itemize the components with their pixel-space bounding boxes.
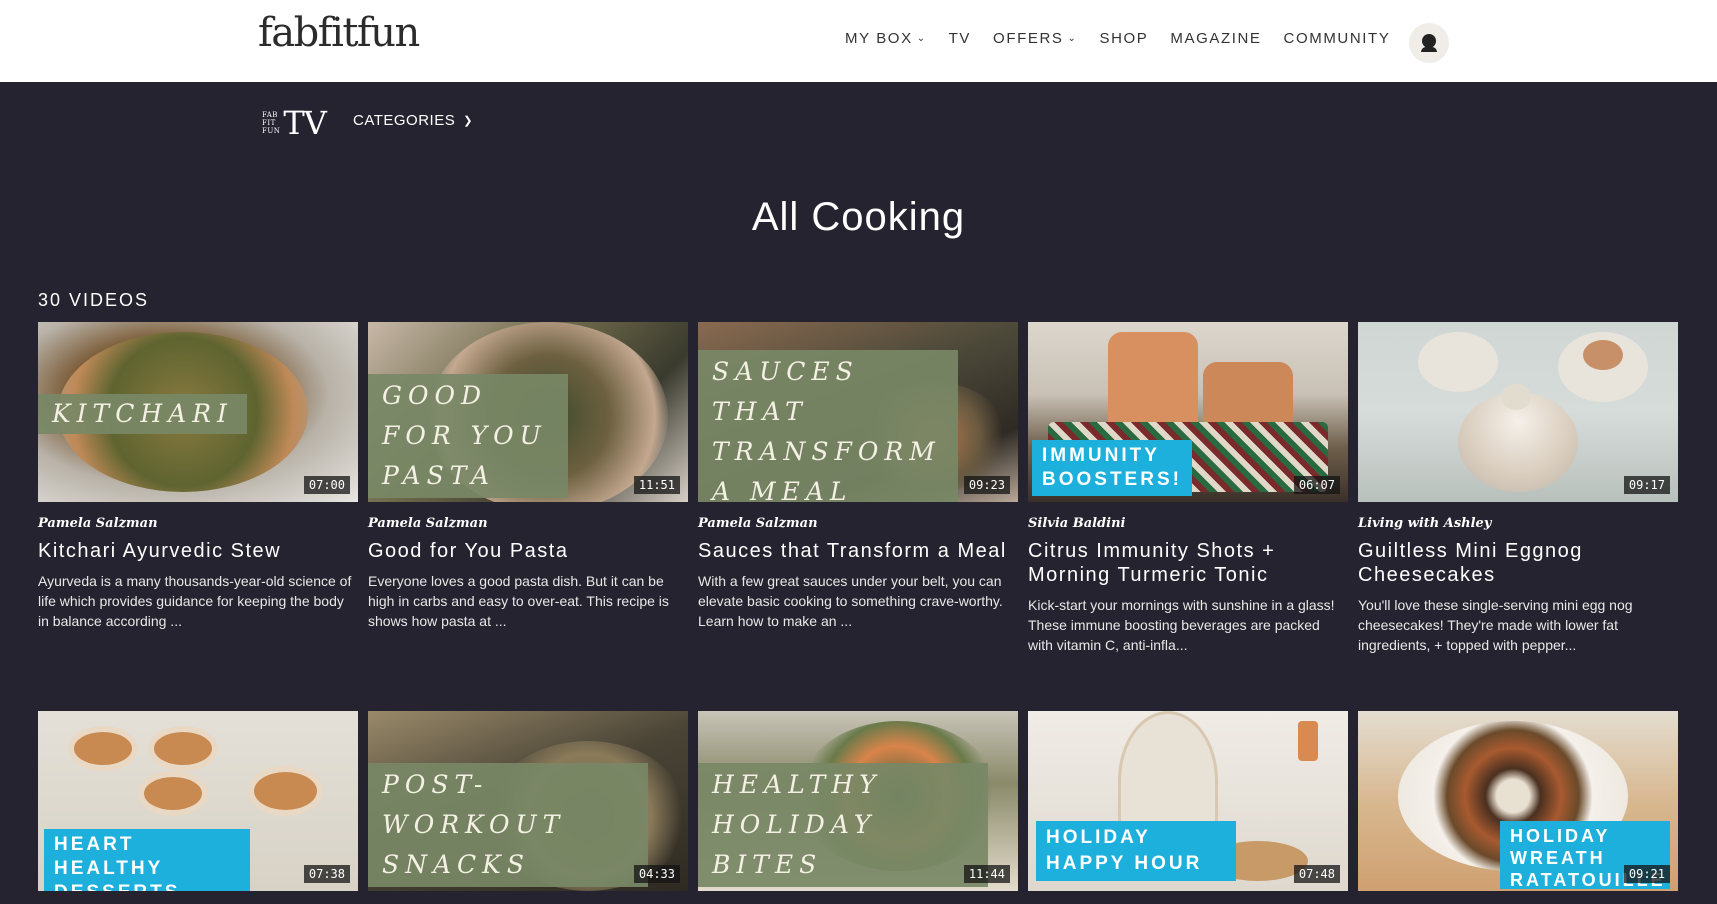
user-icon [1422, 34, 1436, 48]
fabfitfun-logo[interactable]: fabfitfun [258, 10, 420, 56]
video-author: Pamela Salzman [698, 516, 818, 531]
video-card[interactable]: KITCHARI 07:00 Pamela Salzman Kitchari A… [38, 322, 358, 631]
video-description: Ayurveda is a many thousands-year-old sc… [38, 573, 352, 629]
video-duration: 07:48 [1293, 865, 1340, 883]
video-thumbnail[interactable]: HOLIDAY WREATH RATATOUILLE 09:21 [1358, 711, 1678, 891]
nav-community-label: COMMUNITY [1283, 30, 1391, 47]
video-card[interactable]: HEALTHY HOLIDAY BITES 11:44 [698, 711, 1018, 891]
nav-offers[interactable]: OFFERS ⌄ [993, 30, 1077, 47]
main-nav: MY BOX ⌄ TV OFFERS ⌄ SHOP MAGAZINE COMMUNI… [845, 30, 1412, 47]
video-card[interactable]: HEART HEALTHY DESSERTS 07:38 [38, 711, 358, 891]
video-overlay-title: KITCHARI [38, 394, 247, 434]
video-card[interactable]: 09:17 Living with Ashley Guiltless Mini … [1358, 322, 1678, 655]
video-duration: 09:17 [1623, 476, 1670, 494]
video-thumbnail[interactable]: 09:17 [1358, 322, 1678, 502]
video-thumbnail[interactable]: GOOD FOR YOU PASTA 11:51 [368, 322, 688, 502]
video-title[interactable]: Citrus Immunity Shots + Morning Turmeric… [1028, 539, 1348, 587]
chevron-down-icon: ⌄ [1067, 33, 1078, 44]
video-duration: 06:07 [1293, 476, 1340, 494]
nav-shop-label: SHOP [1099, 30, 1149, 47]
video-card[interactable]: GOOD FOR YOU PASTA 11:51 Pamela Salzman … [368, 322, 688, 631]
tv-logo-big: TV [283, 104, 326, 142]
nav-my-box[interactable]: MY BOX ⌄ [845, 30, 927, 47]
video-overlay-title: SAUCES THAT TRANSFORM A MEAL [698, 350, 958, 502]
video-duration: 07:38 [303, 865, 350, 883]
video-overlay-title: POST-WORKOUT SNACKS [368, 763, 648, 887]
video-author: Living with Ashley [1358, 516, 1492, 531]
video-description: Everyone loves a good pasta dish. But it… [368, 573, 669, 629]
video-thumbnail[interactable]: SAUCES THAT TRANSFORM A MEAL 09:23 [698, 322, 1018, 502]
chevron-down-icon: ❯ [463, 115, 473, 127]
video-card[interactable]: HOLIDAY WREATH RATATOUILLE 09:21 [1358, 711, 1678, 891]
video-thumbnail[interactable]: IMMUNITY BOOSTERS! 06:07 [1028, 322, 1348, 502]
video-thumbnail[interactable]: POST-WORKOUT SNACKS 04:33 [368, 711, 688, 891]
video-duration: 04:33 [633, 865, 680, 883]
video-author: Silvia Baldini [1028, 516, 1126, 531]
video-title[interactable]: Sauces that Transform a Meal [698, 539, 1018, 563]
video-card[interactable]: SAUCES THAT TRANSFORM A MEAL 09:23 Pamel… [698, 322, 1018, 631]
video-overlay-title: HOLIDAY HAPPY HOUR [1036, 821, 1236, 881]
nav-tv[interactable]: TV [949, 30, 971, 47]
video-overlay-title: HEART HEALTHY DESSERTS [44, 829, 250, 891]
nav-offers-label: OFFERS [993, 30, 1064, 47]
nav-magazine-label: MAGAZINE [1170, 30, 1262, 47]
video-description: With a few great sauces under your belt,… [698, 573, 1003, 629]
nav-tv-label: TV [948, 30, 972, 47]
video-author: Pamela Salzman [38, 516, 158, 531]
chevron-down-icon: ⌄ [916, 33, 927, 44]
video-thumbnail[interactable]: KITCHARI 07:00 [38, 322, 358, 502]
logo-text: fabfitfun [258, 10, 420, 56]
video-thumbnail[interactable]: HEART HEALTHY DESSERTS 07:38 [38, 711, 358, 891]
video-title[interactable]: Guiltless Mini Eggnog Cheesecakes [1358, 539, 1678, 587]
video-thumbnail[interactable]: HOLIDAY HAPPY HOUR 07:48 [1028, 711, 1348, 891]
top-navbar: fabfitfun MY BOX ⌄ TV OFFERS ⌄ SHOP MAGAZI… [0, 0, 1717, 82]
video-title[interactable]: Good for You Pasta [368, 539, 688, 563]
page-title: All Cooking [751, 195, 966, 239]
video-overlay-title: IMMUNITY BOOSTERS! [1032, 440, 1192, 496]
video-duration: 11:51 [633, 476, 680, 494]
video-duration: 07:00 [303, 476, 350, 494]
video-overlay-title: HEALTHY HOLIDAY BITES [698, 763, 988, 887]
user-icon-body [1421, 47, 1437, 52]
user-avatar-button[interactable] [1409, 23, 1449, 63]
video-card[interactable]: IMMUNITY BOOSTERS! 06:07 Silvia Baldini … [1028, 322, 1348, 655]
categories-label: CATEGORIES [353, 112, 456, 129]
video-card[interactable]: POST-WORKOUT SNACKS 04:33 [368, 711, 688, 891]
video-duration: 09:23 [963, 476, 1010, 494]
categories-dropdown[interactable]: CATEGORIES ❯ [353, 112, 473, 129]
video-description: Kick-start your mornings with sunshine i… [1028, 597, 1335, 653]
video-card[interactable]: HOLIDAY HAPPY HOUR 07:48 [1028, 711, 1348, 891]
nav-my-box-label: MY BOX [845, 30, 913, 47]
video-author: Pamela Salzman [368, 516, 488, 531]
fabfitfun-tv-logo[interactable]: FAB FIT FUN TV [262, 104, 327, 142]
video-duration: 11:44 [963, 865, 1010, 883]
video-count: 30 VIDEOS [38, 290, 150, 310]
nav-shop[interactable]: SHOP [1099, 30, 1148, 47]
video-description: You'll love these single-serving mini eg… [1358, 597, 1633, 653]
video-duration: 09:21 [1623, 865, 1670, 883]
tv-logo-small: FAB FIT FUN [262, 111, 281, 135]
video-thumbnail[interactable]: HEALTHY HOLIDAY BITES 11:44 [698, 711, 1018, 891]
nav-community[interactable]: COMMUNITY [1284, 30, 1391, 47]
nav-magazine[interactable]: MAGAZINE [1170, 30, 1261, 47]
video-overlay-title: GOOD FOR YOU PASTA [368, 374, 568, 498]
video-title[interactable]: Kitchari Ayurvedic Stew [38, 539, 358, 563]
